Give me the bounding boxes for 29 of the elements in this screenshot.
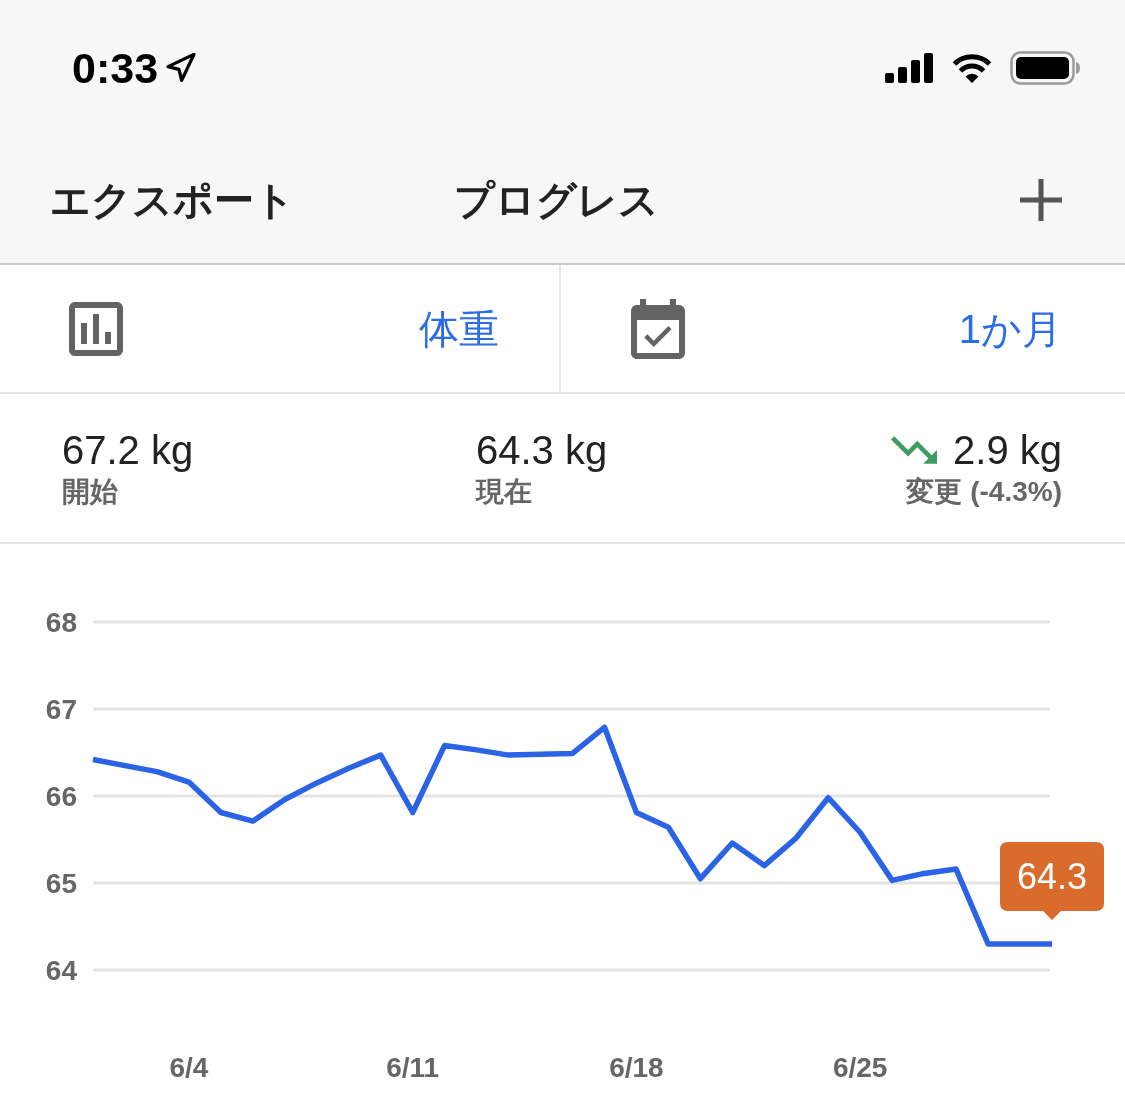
x-axis-label: 6/4 bbox=[169, 1052, 209, 1083]
x-axis-label: 6/18 bbox=[609, 1052, 664, 1083]
status-time: 0:33 bbox=[72, 46, 159, 90]
calendar-check-icon bbox=[631, 298, 685, 359]
wifi-icon bbox=[952, 53, 992, 83]
y-axis-label: 67 bbox=[45, 694, 77, 725]
stat-label: 現在 bbox=[476, 475, 532, 509]
selector-button[interactable]: 体重 bbox=[419, 308, 499, 349]
battery-icon bbox=[1010, 51, 1080, 85]
value-tooltip: 64.3 bbox=[1000, 841, 1104, 920]
annotation: 64.3 bbox=[1016, 855, 1088, 897]
stat-label: 開始 bbox=[62, 475, 118, 509]
signal-icon bbox=[885, 53, 934, 83]
stat-value: 2.9 kg bbox=[953, 427, 1062, 474]
bar-chart-icon bbox=[69, 301, 123, 356]
stat-label: 変更 (-4.3%) bbox=[906, 475, 1062, 509]
stat-value: 64.3 kg bbox=[476, 427, 608, 474]
export-button[interactable]: エクスポート bbox=[50, 179, 295, 220]
selector-button[interactable]: 1か月 bbox=[958, 308, 1062, 349]
location-arrow-icon bbox=[166, 53, 197, 83]
screen-title: プログレス bbox=[453, 179, 659, 220]
y-axis-label: 68 bbox=[45, 607, 77, 638]
y-axis-label: 66 bbox=[45, 781, 77, 812]
x-axis-label: 6/11 bbox=[386, 1052, 440, 1083]
add-button[interactable] bbox=[1020, 178, 1062, 221]
stat-value: 67.2 kg bbox=[62, 427, 194, 474]
x-axis-label: 6/25 bbox=[832, 1052, 888, 1083]
y-axis-label: 64 bbox=[45, 955, 77, 986]
y-axis-label: 65 bbox=[45, 868, 77, 899]
